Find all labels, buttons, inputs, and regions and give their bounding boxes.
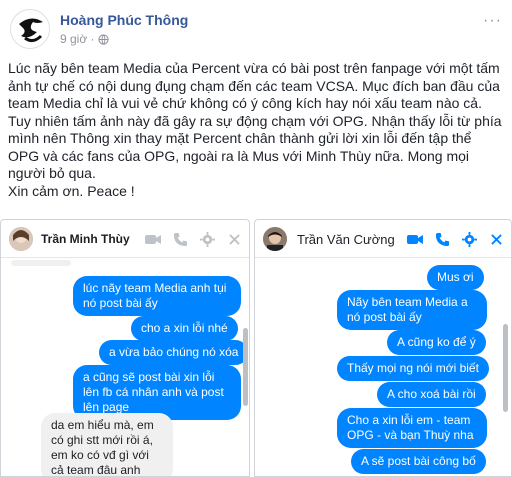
close-icon[interactable] [225, 230, 243, 248]
chat-header: Trần Minh Thùy [1, 220, 249, 258]
chat-message-out: Cho a xin lỗi em - team OPG - và bạn Thu… [337, 408, 487, 448]
chat-header-icons [144, 230, 243, 248]
video-camera-icon[interactable] [144, 230, 162, 248]
phone-icon[interactable] [433, 230, 451, 248]
chat-header: Trần Văn Cường [255, 220, 511, 258]
post-body: Lúc nãy bên team Media của Percent vừa c… [8, 60, 504, 200]
chat-contact-name[interactable]: Trần Văn Cường [297, 232, 395, 247]
chat-message-out: A cũng ko để ý [387, 330, 486, 355]
chat-contact-name[interactable]: Trần Minh Thùy [41, 232, 130, 246]
chat-message-in: da em hiểu mà, em có ghi stt mới rồi á, … [41, 413, 173, 476]
chat-message-out: lúc nãy team Media anh tụi nó post bài ấ… [73, 276, 241, 316]
chat-message-out: Mus ơi [427, 265, 484, 290]
chat-message-out: A cho xoá bài rồi [377, 382, 486, 407]
scrollbar[interactable] [503, 324, 508, 412]
chat-message-out: a vừa bảo chúng nó xóa [99, 340, 249, 365]
phone-icon[interactable] [171, 230, 189, 248]
post-signoff: Xin cảm ơn. Peace ! [8, 182, 135, 199]
post-header: Hoàng Phúc Thông 9 giờ · ··· [8, 8, 504, 49]
globe-icon [97, 33, 109, 45]
author-name[interactable]: Hoàng Phúc Thông [60, 12, 188, 28]
more-icon[interactable]: ··· [483, 12, 502, 30]
chat-window-tran-van-cuong: Trần Văn Cường Mus ơi Nãy bên team Media… [254, 219, 512, 477]
chat-window-tran-minh-thuy: Trần Minh Thùy lúc nãy team Media anh tụ… [0, 219, 250, 477]
chat-message-out: cho a xin lỗi nhé [131, 316, 238, 341]
close-icon[interactable] [487, 230, 505, 248]
scrollbar[interactable] [243, 328, 248, 406]
video-camera-icon[interactable] [406, 230, 424, 248]
author-avatar[interactable] [10, 9, 50, 49]
chat-message-out: A sẽ post bài công bố [351, 449, 486, 474]
post-time[interactable]: 9 giờ · [60, 32, 95, 46]
chat-avatar[interactable] [263, 227, 287, 251]
post-paragraph: Lúc nãy bên team Media của Percent vừa c… [8, 60, 502, 181]
chat-header-icons [406, 230, 505, 248]
chat-message-out: Nãy bên team Media a nó post bài ấy [337, 290, 487, 330]
chat-avatar[interactable] [9, 227, 33, 251]
chat-message-out: a cũng sẽ post bài xin lỗi lên fb cá nhâ… [73, 365, 241, 420]
gear-icon[interactable] [198, 230, 216, 248]
previous-message-fragment [11, 260, 71, 266]
post-meta: 9 giờ · [60, 32, 109, 46]
gear-icon[interactable] [460, 230, 478, 248]
chat-message-out: Thấy mọi ng nói mới biết [337, 356, 489, 381]
